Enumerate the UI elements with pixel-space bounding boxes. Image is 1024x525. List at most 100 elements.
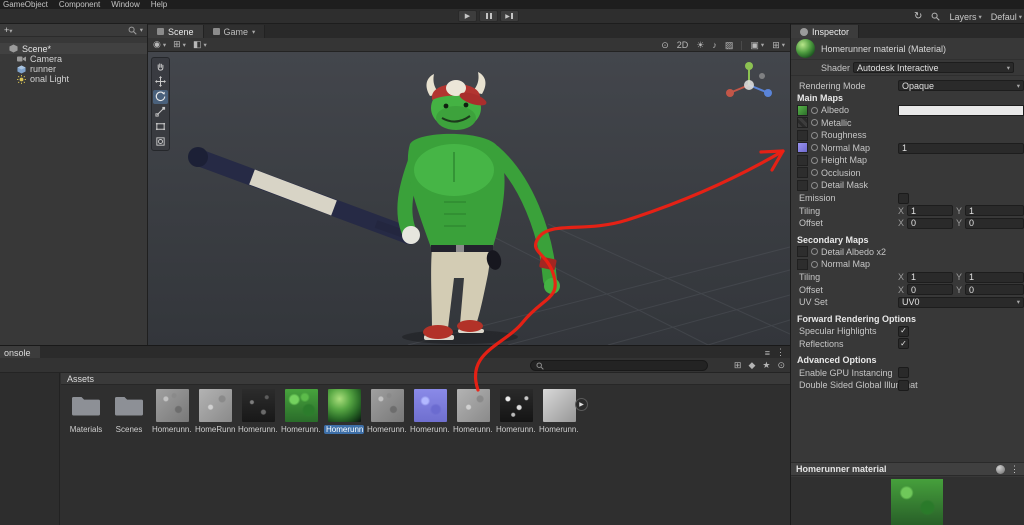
height-map-texture-slot[interactable] (797, 154, 808, 166)
hierarchy-item-camera[interactable]: Camera (0, 54, 147, 64)
main-tiling-y-field[interactable]: 1 (965, 205, 1024, 216)
normal-map-scale-field[interactable]: 1 (898, 142, 1024, 154)
main-tiling-x-field[interactable]: 1 (907, 205, 954, 216)
label-icon[interactable]: ◆ (748, 360, 755, 371)
scene-visibility-icon[interactable]: ⊙ (661, 40, 669, 51)
menu-window[interactable]: Window (111, 0, 139, 9)
asset-item-texture[interactable]: Homerunn... (453, 387, 493, 451)
transform-tool[interactable] (153, 135, 168, 149)
roughness-texture-slot[interactable] (797, 129, 808, 141)
reflections-checkbox[interactable]: ✓ (898, 338, 909, 349)
uv-set-dropdown[interactable]: UV0 ▾ (898, 296, 1024, 308)
texture-picker-dot[interactable] (811, 181, 818, 189)
camera-dropdown[interactable]: ▣ ▾ (750, 40, 764, 51)
specular-highlights-checkbox[interactable]: ✓ (898, 325, 909, 337)
search-icon[interactable] (128, 26, 137, 35)
project-search[interactable] (530, 360, 708, 371)
scene-viewport[interactable] (148, 52, 790, 345)
tab-game[interactable]: Game ▾ (203, 25, 266, 38)
scene-orientation-gizmo[interactable] (722, 58, 776, 112)
detail-albedo-texture-slot[interactable] (797, 246, 808, 257)
asset-item-texture[interactable]: HomeRunn... (195, 387, 235, 451)
menu-gameobject[interactable]: GameObject (3, 0, 48, 9)
asset-item-material-selected[interactable]: Homerunn... (324, 387, 364, 451)
rotate-tool[interactable] (153, 89, 168, 104)
texture-picker-dot[interactable] (811, 169, 818, 176)
effects-toggle-icon[interactable]: ▨ (725, 40, 734, 51)
move-tool[interactable] (153, 75, 168, 89)
favorites-icon[interactable]: ★ (762, 360, 770, 371)
sync-icon[interactable]: ↻ (914, 11, 922, 22)
gizmos-dropdown[interactable]: ⊞ ▾ (772, 40, 785, 51)
shader-dropdown[interactable]: Autodesk Interactive ▾ (853, 62, 1014, 73)
chevron-down-icon[interactable]: ▾ (140, 26, 143, 34)
albedo-color-swatch[interactable] (898, 105, 1024, 116)
kebab-icon[interactable]: ⋮ (776, 347, 785, 358)
material-preview-header[interactable]: Homerunner material ⋮ (791, 462, 1024, 476)
hierarchy-item-directional-light[interactable]: onal Light (0, 74, 147, 84)
texture-picker-dot[interactable] (811, 156, 818, 164)
menu-component[interactable]: Component (59, 0, 100, 9)
main-offset-x-field[interactable]: 0 (907, 217, 954, 229)
asset-item-texture[interactable]: Homerunn... (281, 387, 321, 451)
sec-tiling-x-field[interactable]: 1 (907, 271, 954, 283)
hierarchy-scene-header[interactable]: Scene* (0, 43, 147, 54)
asset-item-scenes-folder[interactable]: Scenes (109, 387, 149, 451)
grid-view-icon[interactable]: ⊞ (734, 360, 742, 371)
step-button[interactable]: ▶ (500, 10, 519, 22)
normal-map-texture-slot[interactable] (797, 142, 808, 153)
secondary-normal-texture-slot[interactable] (797, 258, 808, 270)
lighting-toggle-icon[interactable]: ☀ (696, 40, 704, 51)
scene-character-homerunner[interactable] (188, 72, 560, 344)
menu-help[interactable]: Help (151, 0, 167, 9)
asset-item-model[interactable]: ▶ Homerunn... (539, 387, 588, 451)
draw-mode-dropdown[interactable]: ◉ ▾ (153, 39, 166, 50)
gpu-instancing-checkbox[interactable] (898, 367, 909, 378)
play-button[interactable]: ▶ (458, 10, 477, 22)
2d-toggle[interactable]: 2D (677, 40, 689, 50)
sec-tiling-y-field[interactable]: 1 (965, 271, 1024, 283)
kebab-icon[interactable]: ⋮ (1010, 464, 1019, 475)
layers-dropdown[interactable]: Layers ▾ (949, 12, 981, 22)
view-options-dropdown[interactable]: ⊞ ▾ (173, 39, 186, 50)
shading-dropdown[interactable]: ◧ ▾ (193, 39, 207, 50)
asset-item-texture[interactable]: Homerunn... (367, 387, 407, 451)
metallic-texture-slot[interactable] (797, 117, 808, 128)
project-folder-tree[interactable] (0, 373, 60, 525)
texture-picker-dot[interactable] (811, 260, 818, 268)
tab-scene[interactable]: Scene (148, 25, 204, 38)
emission-checkbox[interactable] (898, 192, 909, 204)
main-offset-y-field[interactable]: 0 (965, 217, 1024, 229)
asset-item-texture[interactable]: Homerunn... (496, 387, 536, 451)
sec-offset-x-field[interactable]: 0 (907, 284, 954, 295)
menu-icon[interactable]: ≡ (765, 348, 770, 358)
tab-inspector[interactable]: Inspector (791, 25, 860, 38)
add-dropdown[interactable]: +▾ (4, 25, 13, 35)
double-sided-gi-checkbox[interactable] (898, 379, 909, 391)
occlusion-texture-slot[interactable] (797, 167, 808, 178)
hierarchy-item-homerunner[interactable]: runner (0, 64, 147, 74)
layout-dropdown[interactable]: Defaul ▾ (991, 12, 1022, 22)
search-icon[interactable] (931, 12, 941, 21)
asset-item-texture[interactable]: Homerunn... (238, 387, 278, 451)
asset-item-texture[interactable]: Homerunn... (152, 387, 192, 451)
pause-button[interactable] (479, 10, 498, 22)
scale-tool[interactable] (153, 105, 168, 119)
texture-picker-dot[interactable] (811, 119, 818, 126)
texture-picker-dot[interactable] (811, 106, 818, 114)
visibility-icon[interactable]: ⊙ (777, 360, 785, 371)
asset-item-materials-folder[interactable]: Materials (66, 387, 106, 451)
sec-offset-y-field[interactable]: 0 (965, 284, 1024, 295)
hand-tool[interactable] (153, 60, 168, 74)
rendering-mode-dropdown[interactable]: Opaque ▾ (898, 80, 1024, 91)
texture-picker-dot[interactable] (811, 248, 818, 255)
preview-sphere-icon[interactable] (996, 464, 1005, 474)
texture-picker-dot[interactable] (811, 144, 818, 151)
albedo-texture-slot[interactable] (797, 104, 808, 116)
asset-item-normal-map[interactable]: Homerunn... (410, 387, 450, 451)
texture-picker-dot[interactable] (811, 131, 818, 139)
search-input[interactable] (547, 361, 702, 370)
play-badge-icon[interactable]: ▶ (575, 398, 588, 411)
detail-mask-texture-slot[interactable] (797, 179, 808, 191)
audio-toggle-icon[interactable]: ♪ (712, 40, 717, 50)
